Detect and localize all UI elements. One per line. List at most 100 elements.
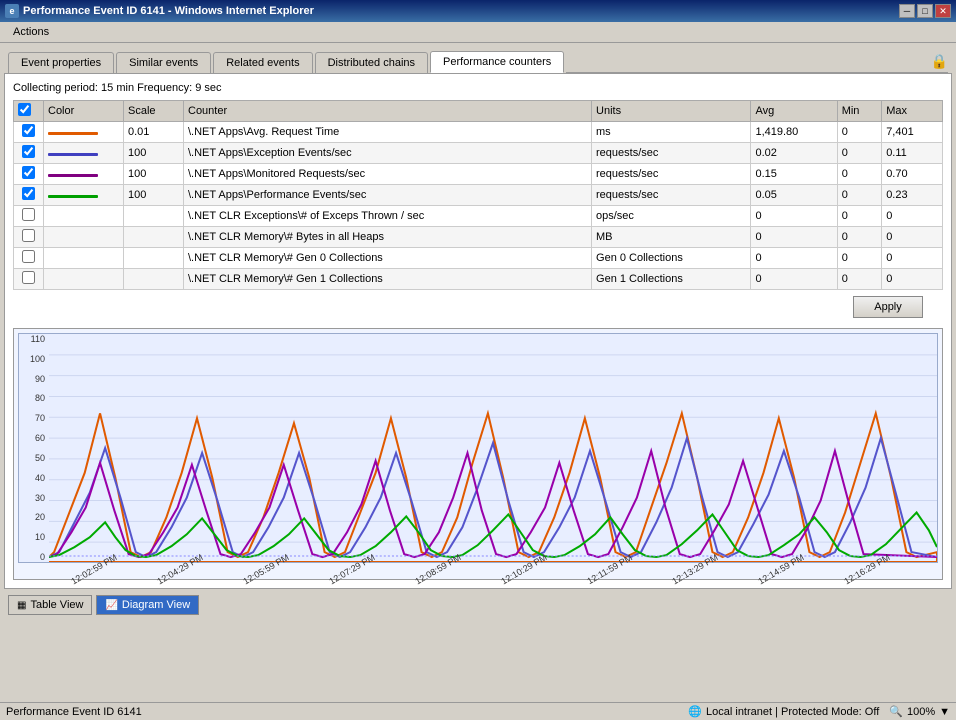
y-label-10: 10 xyxy=(21,532,45,542)
row-counter-cell: \.NET CLR Memory\# Gen 0 Collections xyxy=(184,248,592,269)
row-scale-cell xyxy=(124,248,184,269)
ie-icon: e xyxy=(5,4,19,18)
row-5-checkbox[interactable] xyxy=(22,229,35,242)
row-color-cell xyxy=(44,164,124,185)
row-max-cell: 0 xyxy=(882,227,943,248)
row-checkbox-cell[interactable] xyxy=(14,227,44,248)
y-label-100: 100 xyxy=(21,354,45,364)
table-view-button[interactable]: ▦ Table View xyxy=(8,595,92,615)
row-7-checkbox[interactable] xyxy=(22,271,35,284)
y-label-20: 20 xyxy=(21,512,45,522)
y-label-30: 30 xyxy=(21,493,45,503)
row-counter-cell: \.NET Apps\Monitored Requests/sec xyxy=(184,164,592,185)
table-icon: ▦ xyxy=(17,600,26,611)
tab-performance-counters[interactable]: Performance counters xyxy=(430,51,564,73)
row-avg-cell: 0 xyxy=(751,269,837,290)
row-2-checkbox[interactable] xyxy=(22,166,35,179)
table-row: 0.01\.NET Apps\Avg. Request Timems1,419.… xyxy=(14,122,943,143)
row-avg-cell: 0.05 xyxy=(751,185,837,206)
content-panel: Collecting period: 15 min Frequency: 9 s… xyxy=(4,73,952,589)
row-checkbox-cell[interactable] xyxy=(14,185,44,206)
row-3-checkbox[interactable] xyxy=(22,187,35,200)
row-checkbox-cell[interactable] xyxy=(14,143,44,164)
color-line xyxy=(48,174,98,177)
row-color-cell xyxy=(44,206,124,227)
col-checkbox xyxy=(14,101,44,122)
title-bar-left: e Performance Event ID 6141 - Windows In… xyxy=(5,4,314,18)
zoom-dropdown-icon[interactable]: ▼ xyxy=(939,706,950,718)
title-bar-controls[interactable]: ─ □ ✕ xyxy=(899,4,951,18)
row-color-cell xyxy=(44,269,124,290)
row-color-cell xyxy=(44,122,124,143)
row-avg-cell: 0 xyxy=(751,227,837,248)
row-checkbox-cell[interactable] xyxy=(14,206,44,227)
tab-event-properties[interactable]: Event properties xyxy=(8,52,114,73)
row-checkbox-cell[interactable] xyxy=(14,122,44,143)
row-units-cell: MB xyxy=(592,227,751,248)
row-min-cell: 0 xyxy=(837,143,881,164)
table-row: \.NET CLR Memory\# Gen 1 CollectionsGen … xyxy=(14,269,943,290)
row-min-cell: 0 xyxy=(837,227,881,248)
row-min-cell: 0 xyxy=(837,122,881,143)
table-row: \.NET CLR Exceptions\# of Exceps Thrown … xyxy=(14,206,943,227)
row-counter-cell: \.NET Apps\Performance Events/sec xyxy=(184,185,592,206)
status-text: Performance Event ID 6141 xyxy=(6,706,142,718)
select-all-checkbox[interactable] xyxy=(18,103,31,116)
row-color-cell xyxy=(44,143,124,164)
row-min-cell: 0 xyxy=(837,164,881,185)
status-zone: 🌐 Local intranet | Protected Mode: Off xyxy=(688,705,879,718)
row-max-cell: 0 xyxy=(882,248,943,269)
tab-related-events[interactable]: Related events xyxy=(213,52,312,73)
apply-section: Apply xyxy=(13,290,923,324)
maximize-button[interactable]: □ xyxy=(917,4,933,18)
tab-distributed-chains[interactable]: Distributed chains xyxy=(315,52,428,73)
status-bar: Performance Event ID 6141 🌐 Local intran… xyxy=(0,702,956,720)
y-label-40: 40 xyxy=(21,473,45,483)
actions-menu[interactable]: Actions xyxy=(5,24,57,40)
row-6-checkbox[interactable] xyxy=(22,250,35,263)
row-1-checkbox[interactable] xyxy=(22,145,35,158)
col-color: Color xyxy=(44,101,124,122)
row-color-cell xyxy=(44,248,124,269)
table-wrapper: Color Scale Counter Units Avg Min Max 0.… xyxy=(13,100,943,290)
row-scale-cell xyxy=(124,227,184,248)
minimize-button[interactable]: ─ xyxy=(899,4,915,18)
row-units-cell: ms xyxy=(592,122,751,143)
y-axis-labels: 110 100 90 80 70 60 50 40 30 20 10 0 xyxy=(19,334,47,562)
y-label-0: 0 xyxy=(21,552,45,562)
row-counter-cell: \.NET CLR Memory\# Bytes in all Heaps xyxy=(184,227,592,248)
y-label-60: 60 xyxy=(21,433,45,443)
apply-button[interactable]: Apply xyxy=(853,296,923,318)
row-scale-cell: 100 xyxy=(124,143,184,164)
tab-similar-events[interactable]: Similar events xyxy=(116,52,211,73)
y-label-50: 50 xyxy=(21,453,45,463)
row-avg-cell: 0 xyxy=(751,206,837,227)
row-0-checkbox[interactable] xyxy=(22,124,35,137)
window-title: Performance Event ID 6141 - Windows Inte… xyxy=(23,5,314,17)
row-max-cell: 0.70 xyxy=(882,164,943,185)
chart-inner: 110 100 90 80 70 60 50 40 30 20 10 0 xyxy=(18,333,938,563)
col-counter: Counter xyxy=(184,101,592,122)
row-min-cell: 0 xyxy=(837,248,881,269)
diagram-view-button[interactable]: 📈 Diagram View xyxy=(96,595,199,615)
row-checkbox-cell[interactable] xyxy=(14,248,44,269)
row-checkbox-cell[interactable] xyxy=(14,164,44,185)
row-avg-cell: 0 xyxy=(751,248,837,269)
time-labels: 12:02:59 PM12:04:29 PM12:05:59 PM12:07:2… xyxy=(18,563,938,575)
row-4-checkbox[interactable] xyxy=(22,208,35,221)
close-button[interactable]: ✕ xyxy=(935,4,951,18)
zoom-section: 🔍 100% ▼ xyxy=(889,705,950,718)
row-scale-cell xyxy=(124,269,184,290)
table-row: 100\.NET Apps\Performance Events/secrequ… xyxy=(14,185,943,206)
row-units-cell: requests/sec xyxy=(592,185,751,206)
row-scale-cell: 100 xyxy=(124,164,184,185)
row-max-cell: 0 xyxy=(882,269,943,290)
row-counter-cell: \.NET Apps\Avg. Request Time xyxy=(184,122,592,143)
row-checkbox-cell[interactable] xyxy=(14,269,44,290)
chart-svg xyxy=(49,334,937,562)
row-min-cell: 0 xyxy=(837,206,881,227)
row-units-cell: Gen 0 Collections xyxy=(592,248,751,269)
row-min-cell: 0 xyxy=(837,269,881,290)
diagram-icon: 📈 xyxy=(105,600,117,611)
y-label-70: 70 xyxy=(21,413,45,423)
